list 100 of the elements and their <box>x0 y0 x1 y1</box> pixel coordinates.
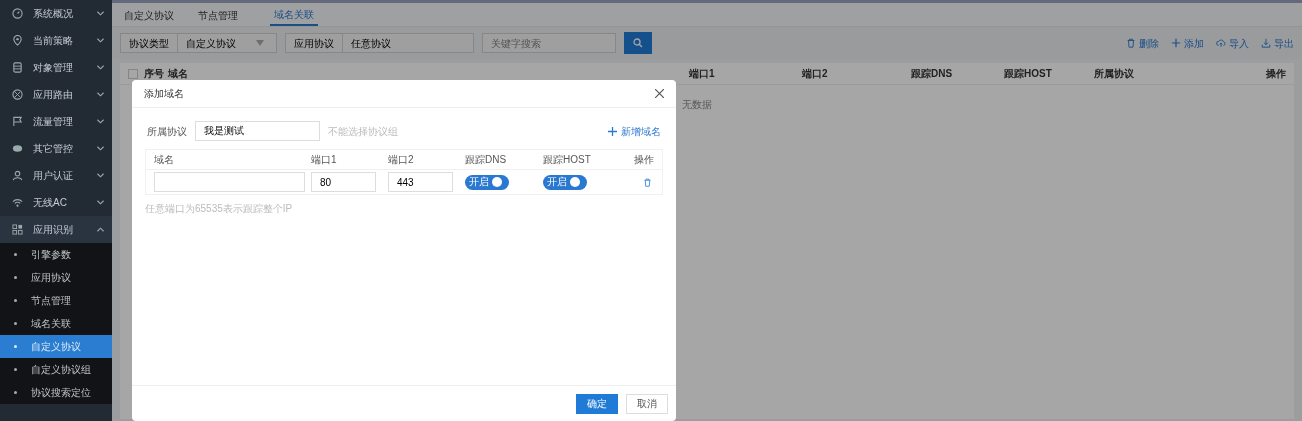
search-field[interactable]: 关键字搜索 <box>482 33 616 53</box>
sidebar-subitem[interactable]: 自定义协议组 <box>0 358 112 381</box>
caret-icon <box>256 40 264 46</box>
tab[interactable]: 自定义协议 <box>120 4 178 26</box>
sidebar-subitem[interactable]: 自定义协议 <box>0 335 112 358</box>
field-label: 应用协议 <box>286 34 343 52</box>
dialog-title: 添加域名 <box>144 87 184 101</box>
protocol-field[interactable]: 我是测试 <box>195 121 320 141</box>
toggle-switch[interactable]: 开启 <box>465 174 509 190</box>
checkbox[interactable] <box>128 68 138 79</box>
column-header: 端口1 <box>311 153 338 167</box>
download-icon <box>1261 38 1271 48</box>
confirm-button[interactable]: 确定 <box>576 393 618 414</box>
chevron-down-icon <box>97 119 104 124</box>
tab[interactable]: 节点管理 <box>194 4 242 26</box>
column-header: 端口2 <box>388 153 415 167</box>
sidebar-item[interactable]: 系统概况 <box>0 0 112 27</box>
chevron-up-icon <box>97 227 104 232</box>
sidebar-label: 用户认证 <box>33 169 74 183</box>
sidebar-subitem[interactable]: 引擎参数 <box>0 243 112 266</box>
database-icon <box>12 62 23 73</box>
sidebar-item[interactable]: 用户认证 <box>0 162 112 189</box>
sidebar-label: 应用路由 <box>33 88 74 102</box>
column-header: 域名 <box>153 153 175 167</box>
chevron-down-icon <box>97 65 104 70</box>
add-domain-link[interactable]: 新增域名 <box>608 123 661 139</box>
sidebar-item[interactable]: 应用路由 <box>0 81 112 108</box>
disc-icon <box>12 143 23 154</box>
sidebar-label: 流量管理 <box>33 115 74 129</box>
cloud-upload-icon <box>1216 38 1226 48</box>
sidebar-item[interactable]: 无线AC <box>0 189 112 216</box>
sidebar-label: 当前策略 <box>33 34 74 48</box>
sidebar-subitem[interactable]: 域名关联 <box>0 312 112 335</box>
port-input[interactable]: 443 <box>388 172 453 192</box>
chevron-down-icon <box>97 200 104 205</box>
trash-icon[interactable] <box>643 177 652 187</box>
column-header: 域名 <box>168 67 189 81</box>
sidebar-label: 引擎参数 <box>31 248 71 262</box>
bullet-icon <box>14 391 17 394</box>
field-value: 任意协议 <box>350 36 392 51</box>
chevron-down-icon <box>97 146 104 151</box>
sidebar-label: 节点管理 <box>31 294 71 308</box>
sidebar-label: 系统概况 <box>33 7 74 21</box>
bullet-icon <box>14 276 17 279</box>
column-header: 端口2 <box>802 67 829 81</box>
sidebar-subitem[interactable]: 协议搜索定位 <box>0 381 112 404</box>
sidebar-label: 自定义协议 <box>31 340 81 354</box>
sidebar-label: 应用识别 <box>33 223 74 237</box>
bullet-icon <box>14 253 17 256</box>
gauge-icon <box>12 8 23 19</box>
circle-cross-icon <box>12 89 23 100</box>
chevron-down-icon <box>97 38 104 43</box>
sidebar-label: 协议搜索定位 <box>31 386 91 400</box>
domain-input[interactable] <box>154 172 305 192</box>
bullet-icon <box>14 322 17 325</box>
sidebar-item[interactable]: 应用识别 <box>0 216 112 243</box>
toggle-switch[interactable]: 开启 <box>543 174 587 190</box>
bullet-icon <box>14 345 17 348</box>
column-header: 跟踪HOST <box>1004 67 1053 81</box>
wifi-icon <box>12 197 23 208</box>
search-icon <box>633 38 643 48</box>
sidebar-label: 无线AC <box>33 196 68 210</box>
chevron-down-icon <box>97 92 104 97</box>
grid-icon <box>12 224 23 235</box>
chevron-down-icon <box>97 11 104 16</box>
plus-icon <box>1171 38 1181 48</box>
flag-icon <box>12 116 23 127</box>
sidebar-item[interactable]: 其它管控 <box>0 135 112 162</box>
sidebar-label: 自定义协议组 <box>31 363 91 377</box>
column-header: 跟踪DNS <box>465 153 508 167</box>
app-protocol-field[interactable]: 应用协议 任意协议 <box>285 33 474 53</box>
column-header: 所属协议 <box>1094 67 1135 81</box>
select-value: 自定义协议 <box>185 36 237 51</box>
user-icon <box>12 170 23 181</box>
column-header: 跟踪HOST <box>543 153 592 167</box>
empty-text: 无数据 <box>682 98 712 112</box>
column-header: 操作 <box>1265 67 1286 81</box>
column-header: 操作 <box>633 153 655 167</box>
column-header: 序号 <box>144 67 165 81</box>
sidebar-subitem[interactable]: 应用协议 <box>0 266 112 289</box>
field-label: 所属协议 <box>147 124 187 139</box>
protocol-type-select[interactable]: 协议类型 自定义协议 <box>120 33 277 53</box>
cancel-button[interactable]: 取消 <box>626 393 668 414</box>
sidebar-item[interactable]: 当前策略 <box>0 27 112 54</box>
bullet-icon <box>14 299 17 302</box>
column-header: 端口1 <box>689 67 716 81</box>
sidebar-label: 其它管控 <box>33 142 74 156</box>
close-icon[interactable] <box>655 89 664 98</box>
chevron-down-icon <box>97 173 104 178</box>
sidebar-subitem[interactable]: 节点管理 <box>0 289 112 312</box>
trash-icon <box>1126 38 1136 48</box>
sidebar-label: 对象管理 <box>33 61 74 75</box>
port-input[interactable]: 80 <box>311 172 376 192</box>
sidebar-item[interactable]: 流量管理 <box>0 108 112 135</box>
location-pin-icon <box>12 35 23 46</box>
column-header: 跟踪DNS <box>911 67 954 81</box>
sidebar-label: 域名关联 <box>31 317 71 331</box>
sidebar-item[interactable]: 对象管理 <box>0 54 112 81</box>
search-button[interactable] <box>624 32 652 54</box>
plus-icon <box>608 126 617 136</box>
